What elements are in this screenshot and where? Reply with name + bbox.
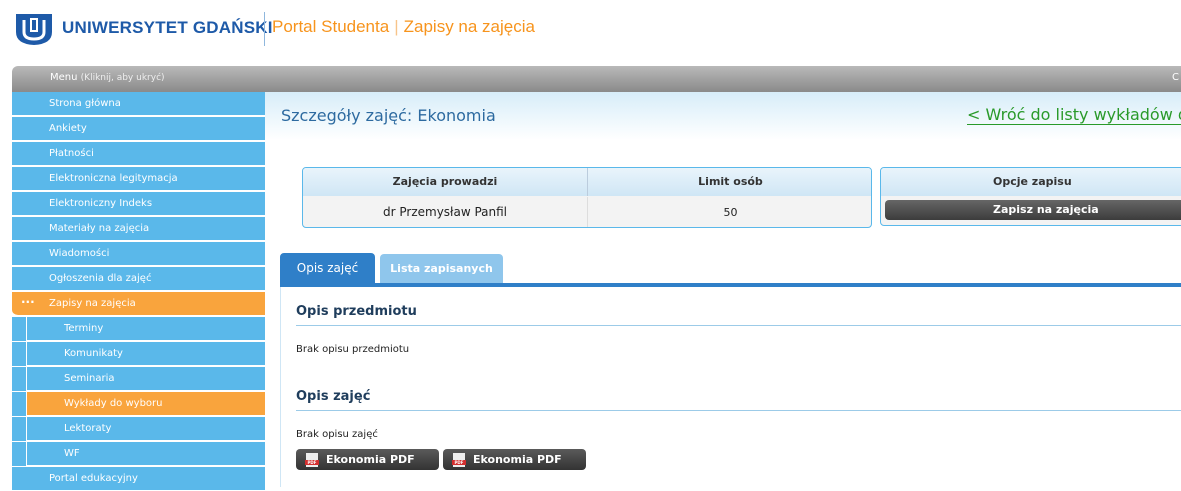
sidebar: Strona główna Ankiety Płatności Elektron… (12, 92, 265, 491)
sidebar-item-messages[interactable]: Wiadomości (12, 242, 265, 266)
subject-description-heading: Opis przedmiotu (296, 304, 417, 319)
sidebar-sub-strip (12, 367, 26, 391)
sidebar-item-label: Portal edukacyjny (49, 473, 138, 484)
more-icon: ··· (21, 295, 35, 309)
header-divider (264, 12, 265, 46)
table-header-teacher: Zajęcia prowadzi (303, 168, 588, 196)
course-description-heading: Opis zajęć (296, 389, 371, 404)
section-divider (296, 410, 1181, 411)
pdf-pl-button[interactable]: PDF Ekonomia PDF (PL) (296, 449, 439, 487)
back-to-lectures-link[interactable]: < Wróć do listy wykładów do (967, 106, 1181, 125)
sidebar-item-label: Wiadomości (49, 248, 110, 259)
main-content: Szczegóły zajęć: Ekonomia < Wróć do list… (265, 92, 1181, 487)
page-title: Szczegóły zajęć: Ekonomia (281, 106, 496, 125)
menu-hint: (Kliknij, aby ukryć) (80, 73, 165, 83)
svg-text:PDF: PDF (455, 460, 464, 465)
options-header: Opcje zapisu (881, 168, 1181, 196)
university-logo-icon[interactable] (12, 10, 56, 46)
svg-text:PDF: PDF (308, 460, 317, 465)
menu-toggle-bar[interactable]: Menu (Kliknij, aby ukryć) C (12, 66, 1181, 92)
teacher-name: dr Przemysław Panfil (303, 197, 588, 227)
pdf-icon: PDF (452, 453, 466, 467)
menu-toggle-label[interactable]: Menu (Kliknij, aby ukryć) (50, 72, 165, 83)
pdf-en-button[interactable]: PDF Ekonomia PDF (EN) (443, 449, 586, 487)
pdf-button-label: Ekonomia PDF (PL) (326, 453, 415, 487)
enroll-button[interactable]: Zapisz na zajęcia (885, 200, 1181, 220)
sidebar-item-label: Ogłoszenia dla zajęć (49, 273, 152, 284)
sidebar-item-index[interactable]: Elektroniczny Indeks (12, 192, 265, 216)
sidebar-item-student-card[interactable]: Elektroniczna legitymacja (12, 167, 265, 191)
sidebar-item-label: Elektroniczny Indeks (49, 198, 153, 209)
tab-panel: Opis przedmiotu Brak opisu przedmiotu Op… (280, 287, 1181, 487)
course-info-table: Zajęcia prowadzi Limit osób dr Przemysła… (302, 167, 872, 228)
sidebar-subitem-terms[interactable]: Terminy (27, 317, 265, 341)
sidebar-subitem-label: Seminaria (64, 373, 115, 384)
table-header-limit: Limit osób (588, 168, 871, 196)
pdf-icon: PDF (305, 453, 319, 467)
sidebar-subitem-label: Lektoraty (64, 423, 112, 434)
section-divider (296, 325, 1181, 326)
title-separator: | (394, 17, 399, 36)
sidebar-item-surveys[interactable]: Ankiety (12, 117, 265, 141)
sidebar-item-announcements[interactable]: Ogłoszenia dla zajęć (12, 267, 265, 291)
sidebar-subitem-communications[interactable]: Komunikaty (27, 342, 265, 366)
enrollment-limit: 50 (723, 206, 738, 219)
sidebar-item-label: Materiały na zajęcia (49, 223, 150, 234)
sidebar-item-payments[interactable]: Płatności (12, 142, 265, 166)
menu-bar-right-text: C (1172, 72, 1179, 83)
sidebar-subitem-language-courses[interactable]: Lektoraty (27, 417, 265, 441)
portal-section: Zapisy na zajęcia (403, 17, 535, 36)
sidebar-subitem-label: WF (64, 448, 80, 459)
sidebar-item-enrollment[interactable]: ··· Zapisy na zajęcia (12, 292, 265, 316)
sidebar-item-education-portal[interactable]: Portal edukacyjny (12, 467, 265, 491)
sidebar-item-home[interactable]: Strona główna (12, 92, 265, 116)
sidebar-subitem-pe[interactable]: WF (27, 442, 265, 466)
page-header: UNIWERSYTET GDAŃSKI Portal Studenta | Zapi… (0, 0, 1181, 66)
sidebar-subitem-label: Komunikaty (64, 348, 123, 359)
course-description-text: Brak opisu zajęć (296, 429, 378, 440)
tab-course-description[interactable]: Opis zajęć (280, 253, 375, 283)
sidebar-item-materials[interactable]: Materiały na zajęcia (12, 217, 265, 241)
subject-description-text: Brak opisu przedmiotu (296, 344, 410, 355)
sidebar-subitem-label: Terminy (64, 323, 104, 334)
sidebar-sub-strip (12, 417, 26, 441)
sidebar-sub-strip (12, 442, 26, 466)
sidebar-sub-strip (12, 317, 26, 341)
title-band: Szczegóły zajęć: Ekonomia < Wróć do list… (265, 92, 1181, 140)
sidebar-item-label: Zapisy na zajęcia (49, 298, 136, 309)
sidebar-item-label: Ankiety (49, 123, 87, 134)
menu-label: Menu (50, 72, 78, 83)
enrollment-options: Opcje zapisu Zapisz na zajęcia (880, 167, 1181, 226)
sidebar-item-label: Elektroniczna legitymacja (49, 173, 178, 184)
tab-enrolled-list[interactable]: Lista zapisanych (380, 254, 503, 283)
sidebar-subitem-elective-lectures[interactable]: Wykłady do wyboru (27, 392, 265, 416)
portal-title: Portal Studenta | Zapisy na zajęcia (272, 17, 535, 37)
sidebar-item-label: Płatności (49, 148, 94, 159)
sidebar-sub-strip (12, 342, 26, 366)
sidebar-subitem-seminars[interactable]: Seminaria (27, 367, 265, 391)
sidebar-item-label: Strona główna (49, 98, 121, 109)
pdf-button-label: Ekonomia PDF (EN) (473, 453, 562, 487)
portal-name: Portal Studenta (272, 17, 390, 36)
sidebar-subitem-label: Wykłady do wyboru (64, 398, 163, 409)
university-name[interactable]: UNIWERSYTET GDAŃSKI (62, 18, 273, 38)
sidebar-sub-strip (12, 392, 26, 416)
